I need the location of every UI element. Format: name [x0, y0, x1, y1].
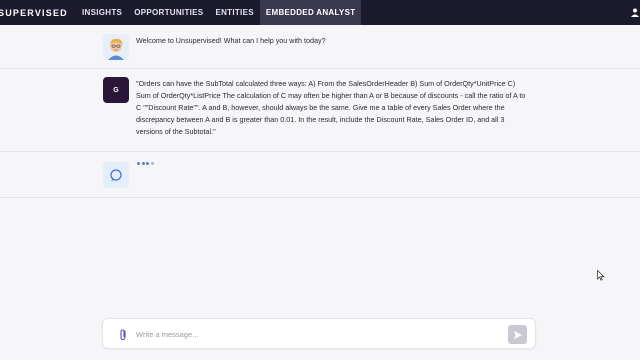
typing-dot — [141, 162, 145, 165]
typing-dot — [150, 162, 154, 165]
message-composer — [102, 318, 536, 349]
nav-insights[interactable]: INSIGHTS — [76, 0, 128, 25]
user-menu-icon[interactable] — [630, 7, 640, 17]
main-nav: INSIGHTS OPPORTUNITIES ENTITIES EMBEDDED… — [76, 0, 362, 25]
mouse-cursor-icon — [597, 268, 605, 281]
send-button[interactable] — [508, 325, 527, 344]
chat-thread: Welcome to Unsupervised! What can I help… — [0, 25, 640, 305]
loading-spinner-icon — [103, 162, 129, 188]
bot-avatar-icon — [103, 34, 129, 60]
nav-embedded-analyst[interactable]: EMBEDDED ANALYST — [259, 0, 362, 25]
typing-dot — [146, 162, 149, 165]
typing-indicator — [137, 162, 154, 165]
chat-message-assistant-typing — [0, 152, 640, 198]
typing-dot — [137, 162, 140, 165]
send-icon — [513, 330, 522, 339]
nav-entities[interactable]: ENTITIES — [209, 0, 259, 25]
nav-opportunities[interactable]: OPPORTUNITIES — [128, 0, 209, 25]
top-navigation-bar: SUPERVISED INSIGHTS OPPORTUNITIES ENTITI… — [0, 0, 640, 25]
paperclip-icon[interactable] — [117, 328, 129, 341]
brand-logo[interactable]: SUPERVISED — [0, 8, 76, 18]
chat-message-assistant: Welcome to Unsupervised! What can I help… — [0, 25, 640, 69]
message-input[interactable] — [136, 327, 496, 342]
message-text: Welcome to Unsupervised! What can I help… — [136, 36, 326, 45]
user-avatar: G — [103, 77, 129, 103]
message-text: "Orders can have the SubTotal calculated… — [136, 79, 526, 136]
chat-message-user: G "Orders can have the SubTotal calculat… — [0, 69, 640, 152]
